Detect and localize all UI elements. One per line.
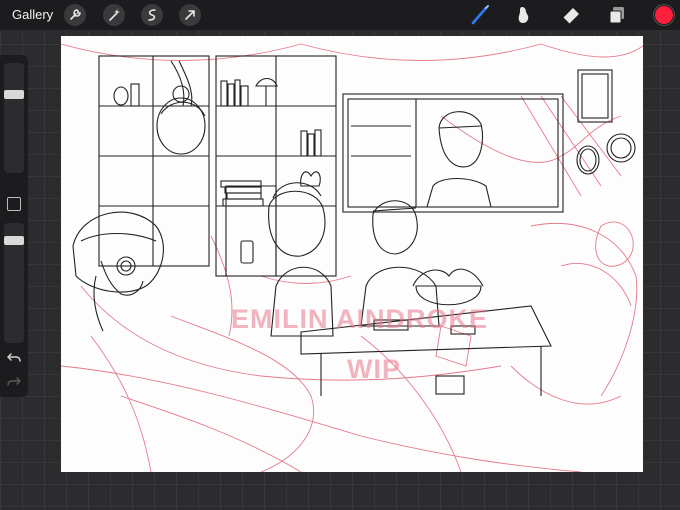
wrench-icon[interactable] — [64, 4, 86, 26]
artwork — [61, 43, 643, 472]
layers-icon[interactable] — [605, 4, 629, 26]
brush-size-slider[interactable] — [4, 63, 24, 173]
brush-icon[interactable] — [468, 4, 492, 26]
redo-icon — [7, 377, 21, 386]
transform-arrow-icon[interactable] — [179, 4, 201, 26]
smudge-icon[interactable] — [512, 4, 536, 26]
brush-size-thumb[interactable] — [4, 90, 24, 99]
color-picker-button[interactable] — [654, 5, 674, 25]
undo-button[interactable] — [6, 351, 22, 365]
drawing-canvas[interactable]: EMILIN AINDROKE WIP — [61, 36, 643, 472]
gallery-button[interactable]: Gallery — [12, 7, 53, 22]
redo-button[interactable] — [6, 375, 22, 389]
selection-icon[interactable] — [141, 4, 163, 26]
brush-opacity-thumb[interactable] — [4, 236, 24, 245]
lineart-layer — [72, 55, 636, 396]
eraser-icon[interactable] — [559, 4, 583, 26]
brush-opacity-slider[interactable] — [4, 223, 24, 343]
modify-button[interactable] — [7, 197, 21, 211]
undo-icon — [7, 353, 21, 362]
top-toolbar: Gallery — [0, 0, 680, 30]
sketch-layer — [61, 43, 643, 472]
watermark-wip: WIP — [347, 354, 401, 384]
magic-wand-icon[interactable] — [103, 4, 125, 26]
watermark-name: EMILIN AINDROKE — [231, 304, 488, 334]
left-sidebar — [0, 55, 28, 397]
